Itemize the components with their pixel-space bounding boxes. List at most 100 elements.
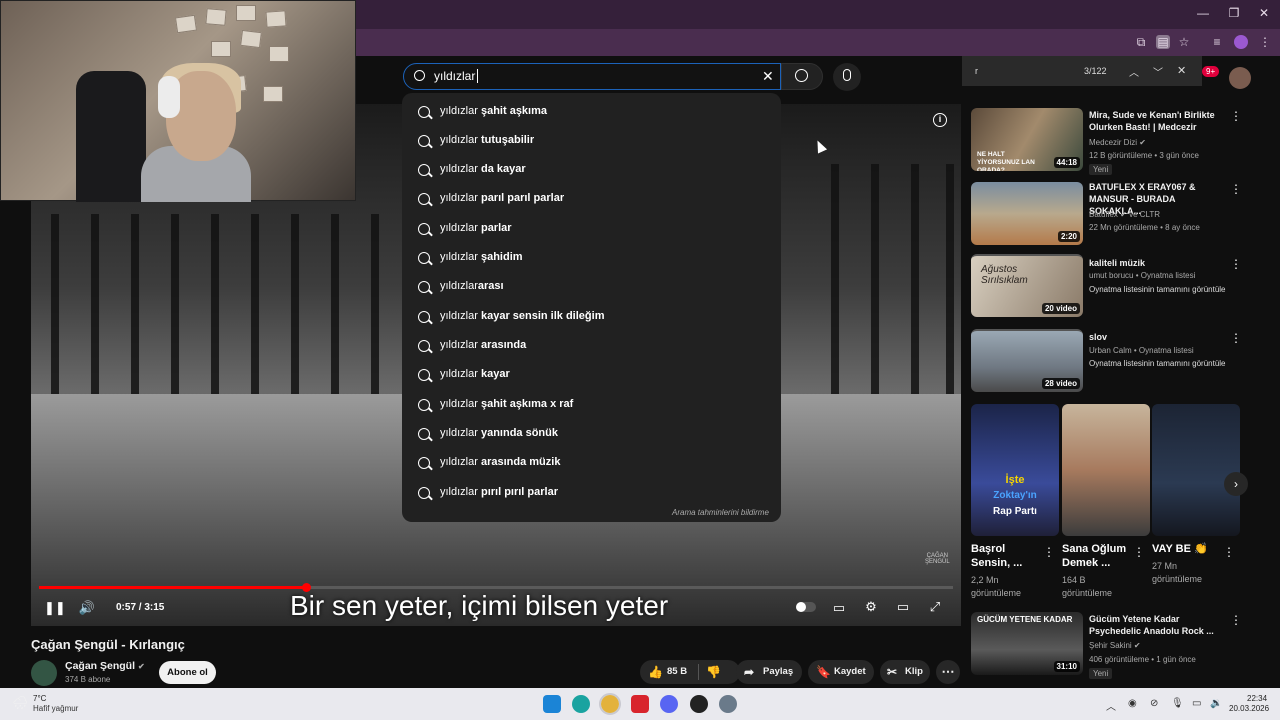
notification-badge[interactable]: 9+ <box>1202 66 1220 77</box>
clip-button[interactable]: ✂ Klip <box>880 660 930 684</box>
more-options-icon[interactable]: ⋮ <box>1230 613 1242 627</box>
short-title[interactable]: VAY BE 👏 <box>1152 542 1222 556</box>
share-button[interactable]: ➦ Paylaş <box>736 660 802 684</box>
video-thumbnail[interactable]: 2:20 <box>971 182 1083 245</box>
tray-network-off-icon[interactable]: ⊘ <box>1150 698 1158 709</box>
volume-icon[interactable]: 🔊 <box>78 600 96 616</box>
settings-app-icon[interactable] <box>719 695 737 713</box>
fullscreen-icon[interactable]: ⤢ <box>926 599 944 615</box>
minimize-icon[interactable]: — <box>1196 6 1210 20</box>
playlist-title[interactable]: slov <box>1089 331 1219 343</box>
suggestion-item[interactable]: yıldızlar kayar <box>402 361 781 390</box>
short-thumbnail[interactable]: İşte Zoktay'ın Rap Partı <box>971 404 1059 536</box>
find-close-icon[interactable]: ✕ <box>1177 64 1186 77</box>
more-options-icon[interactable]: ⋮ <box>1230 331 1242 345</box>
suggestion-item[interactable]: yıldızlar kayar sensin ilk dileğim <box>402 303 781 332</box>
playlist-channel[interactable]: Urban Calm • Oynatma listesi <box>1089 346 1194 355</box>
profile-icon[interactable] <box>1234 35 1248 49</box>
tray-expand-icon[interactable]: ︿ <box>1106 698 1116 713</box>
channel-name[interactable]: Medcezir Dizi ✔ <box>1089 138 1146 147</box>
app-icon[interactable] <box>631 695 649 713</box>
suggestion-item[interactable]: yıldızlar arasında <box>402 332 781 361</box>
channel-name[interactable]: Batuflex ✔ ve CLTR <box>1089 210 1160 219</box>
short-title[interactable]: Sana Oğlum Demek ... <box>1062 542 1132 570</box>
chrome-icon[interactable] <box>599 693 621 715</box>
search-query[interactable]: yıldızlar <box>434 69 482 83</box>
like-icon[interactable]: 👍 <box>648 660 663 684</box>
shorts-next-arrow-icon[interactable]: › <box>1224 472 1248 496</box>
more-actions-icon[interactable]: ⋯ <box>936 660 960 684</box>
view-full-playlist-link[interactable]: Oynatma listesinin tamamını görüntüle <box>1089 359 1226 368</box>
settings-gear-icon[interactable]: ⚙ <box>862 599 880 615</box>
video-title[interactable]: Gücüm Yetene Kadar Psychedelic Anadolu R… <box>1089 613 1219 637</box>
weather-temperature[interactable]: 7°C <box>33 694 46 703</box>
reading-list-icon[interactable]: ≡ <box>1210 35 1224 49</box>
short-title[interactable]: Başrol Sensin, ... <box>971 542 1041 570</box>
playlist-title[interactable]: kaliteli müzik <box>1089 257 1219 269</box>
clock-date[interactable]: 20.03.2026 <box>1229 704 1269 713</box>
clear-search-icon[interactable]: ✕ <box>762 68 774 85</box>
tray-volume-icon[interactable]: 🔉 <box>1210 698 1222 709</box>
autoplay-toggle[interactable] <box>796 602 816 612</box>
tray-app-icon[interactable]: ◉ <box>1128 698 1137 709</box>
start-windows-icon[interactable] <box>543 695 561 713</box>
like-count[interactable]: 85 B <box>667 660 687 684</box>
suggestion-item[interactable]: yıldızlar parlar <box>402 215 781 244</box>
theater-mode-icon[interactable]: ▭ <box>894 599 912 615</box>
more-options-icon[interactable]: ⋮ <box>1043 545 1055 559</box>
suggestion-item[interactable]: yıldızlar tutuşabilir <box>402 127 781 156</box>
suggestion-item[interactable]: yıldızlar pırıl pırıl parlar <box>402 479 781 508</box>
suggestion-item[interactable]: yıldızlar şahidim <box>402 244 781 273</box>
more-options-icon[interactable]: ⋮ <box>1230 109 1242 123</box>
dislike-icon[interactable]: 👎 <box>706 660 721 684</box>
obs-icon[interactable] <box>690 695 708 713</box>
subscribe-button[interactable]: Abone ol <box>159 661 216 684</box>
cast-icon[interactable]: ⧉ <box>1134 35 1148 49</box>
find-input[interactable]: r <box>975 66 978 76</box>
video-thumbnail[interactable]: GÜCÜM YETENE KADAR 31:10 <box>971 612 1083 675</box>
video-thumbnail[interactable]: NE HALT YİYORSUNUZ LAN ORADA? 44:18 <box>971 108 1083 171</box>
chrome-menu-icon[interactable]: ⋮ <box>1258 35 1272 49</box>
tray-display-icon[interactable]: ▭ <box>1192 698 1201 709</box>
more-options-icon[interactable]: ⋮ <box>1133 545 1145 559</box>
more-options-icon[interactable]: ⋮ <box>1223 545 1235 559</box>
edge-icon[interactable] <box>572 695 590 713</box>
suggestion-item[interactable]: yıldızlararası <box>402 273 781 302</box>
playlist-channel[interactable]: umut borucu • Oynatma listesi <box>1089 271 1195 280</box>
save-button[interactable]: 🔖 Kaydet <box>808 660 874 684</box>
playlist-thumbnail[interactable]: 28 video <box>971 329 1083 392</box>
account-avatar[interactable] <box>1229 67 1251 89</box>
more-options-icon[interactable]: ⋮ <box>1230 257 1242 271</box>
info-icon[interactable]: i <box>933 113 947 127</box>
pause-icon[interactable]: ❚❚ <box>44 600 66 616</box>
suggestion-item[interactable]: yıldızlar şahit aşkıma x raf <box>402 391 781 420</box>
suggestion-item[interactable]: yıldızlar da kayar <box>402 156 781 185</box>
view-full-playlist-link[interactable]: Oynatma listesinin tamamını görüntüle <box>1089 285 1226 294</box>
channel-name[interactable]: Şehir Sakini ✔ <box>1089 641 1141 650</box>
playlist-thumbnail[interactable]: Ağustos Sırılsıklam 20 video <box>971 254 1083 317</box>
close-window-icon[interactable]: ✕ <box>1257 6 1271 20</box>
discord-icon[interactable] <box>660 695 678 713</box>
short-thumbnail[interactable] <box>1062 404 1150 536</box>
suggestion-item[interactable]: yıldızlar arasında müzik <box>402 449 781 478</box>
tray-mic-icon[interactable]: 🎙 <box>1171 698 1184 709</box>
find-previous-icon[interactable]: ︿ <box>1129 64 1139 79</box>
channel-name-main[interactable]: Çağan Şengül ✔ <box>65 660 145 672</box>
suggestion-item[interactable]: yıldızlar parıl parıl parlar <box>402 185 781 214</box>
suggestion-item[interactable]: yıldızlar şahit aşkıma <box>402 98 781 127</box>
channel-avatar[interactable] <box>31 660 57 686</box>
maximize-icon[interactable]: ❐ <box>1227 6 1241 20</box>
short-thumbnail[interactable] <box>1152 404 1240 536</box>
report-predictions-link[interactable]: Arama tahminlerini bildirme <box>672 508 769 517</box>
page-icon[interactable]: ▤ <box>1156 35 1170 49</box>
captions-icon[interactable]: ▭ <box>830 600 848 616</box>
bookmark-star-icon[interactable]: ☆ <box>1177 35 1191 49</box>
find-next-icon[interactable]: ﹀ <box>1153 64 1163 79</box>
voice-search-button[interactable] <box>833 63 861 91</box>
weather-icon[interactable]: 🌧 <box>12 695 29 711</box>
clock-time[interactable]: 22:34 <box>1247 694 1267 703</box>
suggestion-item[interactable]: yıldızlar yanında sönük <box>402 420 781 449</box>
weather-description[interactable]: Hafif yağmur <box>33 704 78 713</box>
search-button[interactable] <box>781 63 823 90</box>
more-options-icon[interactable]: ⋮ <box>1230 182 1242 196</box>
